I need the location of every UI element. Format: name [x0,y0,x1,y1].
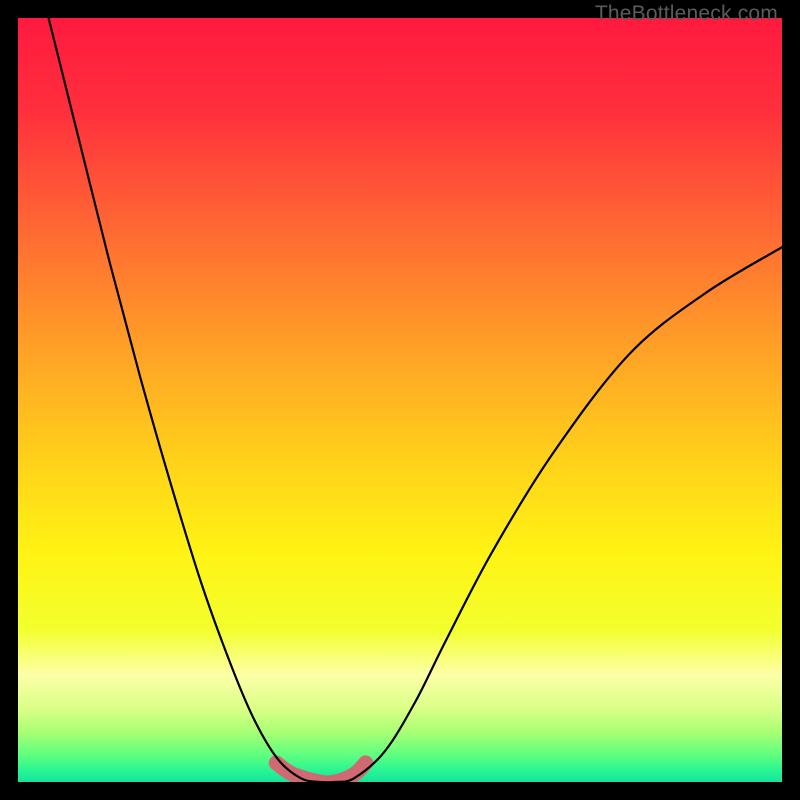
watermark-text: TheBottleneck.com [595,2,778,26]
bottleneck-curve [49,18,782,782]
plot-area [18,18,782,782]
curve-layer [18,18,782,782]
chart-frame: TheBottleneck.com [0,0,800,800]
